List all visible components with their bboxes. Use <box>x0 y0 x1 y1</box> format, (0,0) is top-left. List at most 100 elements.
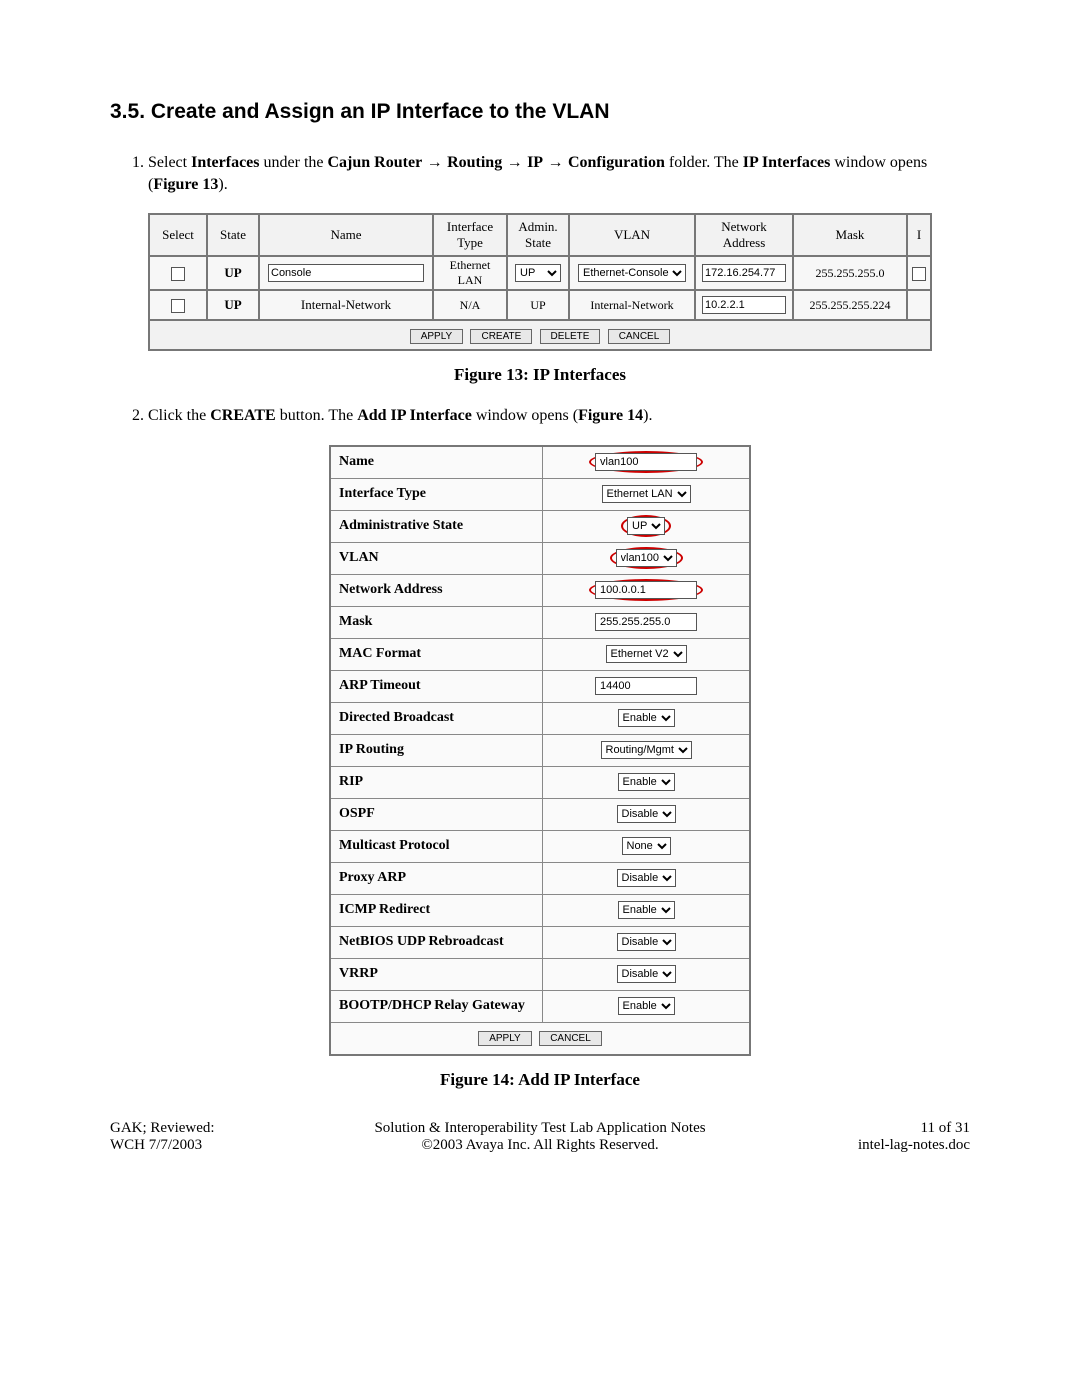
form-row-iftype: Interface Type Ethernet LAN <box>330 478 750 510</box>
step2-window: Add IP Interface <box>357 407 472 424</box>
fig13-cancel-button[interactable]: CANCEL <box>608 329 671 344</box>
fig14-cancel-button[interactable]: CANCEL <box>539 1031 602 1046</box>
row0-state: UP <box>207 256 259 290</box>
arptimeout-label: ARP Timeout <box>330 670 543 702</box>
proxyarp-cell: Disable <box>543 862 751 894</box>
vlan-select[interactable]: vlan100 <box>616 549 677 567</box>
step1-routing: Routing <box>447 154 502 171</box>
row0-edge-checkbox[interactable] <box>912 267 926 281</box>
row0-mask: 255.255.255.0 <box>793 256 907 290</box>
iftype-select[interactable]: Ethernet LAN <box>602 485 691 503</box>
ip-interfaces-table: Select State Name Interface Type Admin. … <box>148 213 932 351</box>
step1-text5: ). <box>218 176 227 193</box>
macformat-select[interactable]: Ethernet V2 <box>606 645 687 663</box>
row0-iftype: Ethernet LAN <box>433 256 507 290</box>
arptimeout-input[interactable] <box>595 677 697 695</box>
step1-ipinterfaces: IP Interfaces <box>743 154 831 171</box>
figure-14: NameInterface TypeEthernet LANAdministra… <box>110 445 970 1090</box>
row0-select-checkbox[interactable] <box>171 267 185 281</box>
row1-netaddr-input[interactable] <box>702 296 786 314</box>
row1-name: Internal-Network <box>259 290 433 320</box>
step1-text: Select <box>148 154 191 171</box>
step2-figref: Figure 14 <box>578 407 643 424</box>
row1-vlan: Internal-Network <box>569 290 695 320</box>
row0-vlan-select[interactable]: Ethernet-Console <box>578 264 686 282</box>
fig13-apply-button[interactable]: APPLY <box>410 329 464 344</box>
form-row-vrrp: VRRP Disable <box>330 958 750 990</box>
icmpredir-label: ICMP Redirect <box>330 894 543 926</box>
name-highlight-circle <box>589 451 703 473</box>
footer-right-2: intel-lag-notes.doc <box>770 1137 970 1154</box>
multicast-label: Multicast Protocol <box>330 830 543 862</box>
step1-figref: Figure 13 <box>153 176 218 193</box>
row0-name-input[interactable] <box>268 264 424 282</box>
row1-admin: UP <box>507 290 569 320</box>
form-row-iprouting: IP Routing Routing/Mgmt <box>330 734 750 766</box>
icmpredir-select[interactable]: Enable <box>618 901 675 919</box>
mask-cell <box>543 606 751 638</box>
footer-right-1: 11 of 31 <box>770 1120 970 1137</box>
row1-select-checkbox[interactable] <box>171 299 185 313</box>
form-row-multicast: Multicast Protocol None <box>330 830 750 862</box>
step-2: Click the CREATE button. The Add IP Inte… <box>148 405 970 427</box>
multicast-cell: None <box>543 830 751 862</box>
rip-label: RIP <box>330 766 543 798</box>
vrrp-label: VRRP <box>330 958 543 990</box>
netaddr-input[interactable] <box>595 581 697 599</box>
form-row-mask: Mask <box>330 606 750 638</box>
vrrp-cell: Disable <box>543 958 751 990</box>
form-row-name: Name <box>330 446 750 479</box>
admin-highlight-circle: UP <box>621 515 671 537</box>
dirbroadcast-cell: Enable <box>543 702 751 734</box>
step2-text3: window opens ( <box>472 407 578 424</box>
multicast-select[interactable]: None <box>622 837 671 855</box>
col-select: Select <box>149 214 207 256</box>
row1-mask: 255.255.255.224 <box>793 290 907 320</box>
step-1: Select Interfaces under the Cajun Router… <box>148 152 970 195</box>
form-row-rip: RIP Enable <box>330 766 750 798</box>
mask-input[interactable] <box>595 613 697 631</box>
row1-iftype: N/A <box>433 290 507 320</box>
proxyarp-select[interactable]: Disable <box>617 869 676 887</box>
fig13-create-button[interactable]: CREATE <box>470 329 532 344</box>
proxyarp-label: Proxy ARP <box>330 862 543 894</box>
form-row-ospf: OSPF Disable <box>330 798 750 830</box>
ospf-label: OSPF <box>330 798 543 830</box>
col-name: Name <box>259 214 433 256</box>
macformat-label: MAC Format <box>330 638 543 670</box>
dirbroadcast-label: Directed Broadcast <box>330 702 543 734</box>
admin-select[interactable]: UP <box>627 517 665 535</box>
arrow-icon: → <box>422 154 447 171</box>
row0-admin-select[interactable]: UP <box>515 264 561 282</box>
iftype-label: Interface Type <box>330 478 543 510</box>
table-row: UP Ethernet LAN UP Ethernet-Console 255.… <box>149 256 931 290</box>
table-row: UP Internal-Network N/A UP Internal-Netw… <box>149 290 931 320</box>
vlan-cell: vlan100 <box>543 542 751 574</box>
vrrp-select[interactable]: Disable <box>617 965 676 983</box>
ospf-select[interactable]: Disable <box>617 805 676 823</box>
col-iftype: Interface Type <box>433 214 507 256</box>
vlan-highlight-circle: vlan100 <box>610 547 683 569</box>
fig14-apply-button[interactable]: APPLY <box>478 1031 532 1046</box>
col-admin: Admin. State <box>507 214 569 256</box>
ospf-cell: Disable <box>543 798 751 830</box>
arrow-icon: → <box>543 154 568 171</box>
footer-center-1: Solution & Interoperability Test Lab App… <box>310 1120 770 1137</box>
netbios-select[interactable]: Disable <box>617 933 676 951</box>
col-netaddr: Network Address <box>695 214 793 256</box>
iprouting-select[interactable]: Routing/Mgmt <box>601 741 692 759</box>
arrow-icon: → <box>502 154 527 171</box>
name-input[interactable] <box>595 453 697 471</box>
form-row-proxyarp: Proxy ARP Disable <box>330 862 750 894</box>
rip-select[interactable]: Enable <box>618 773 675 791</box>
bootp-label: BOOTP/DHCP Relay Gateway <box>330 990 543 1022</box>
bootp-select[interactable]: Enable <box>618 997 675 1015</box>
step1-text2: under the <box>260 154 328 171</box>
netbios-cell: Disable <box>543 926 751 958</box>
row0-netaddr-input[interactable] <box>702 264 786 282</box>
netaddr-cell <box>543 574 751 606</box>
dirbroadcast-select[interactable]: Enable <box>618 709 675 727</box>
fig13-delete-button[interactable]: DELETE <box>540 329 601 344</box>
iprouting-label: IP Routing <box>330 734 543 766</box>
macformat-cell: Ethernet V2 <box>543 638 751 670</box>
